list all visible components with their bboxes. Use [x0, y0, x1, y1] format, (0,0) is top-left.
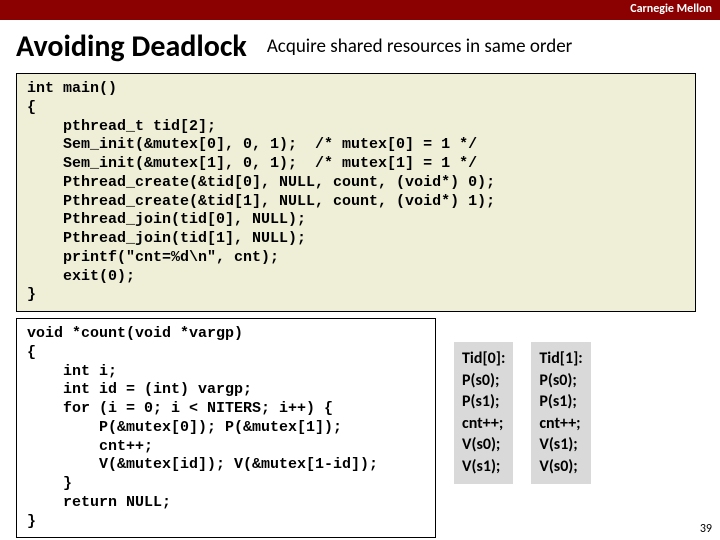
slide-subtitle: Acquire shared resources in same order: [267, 35, 572, 58]
tid0-column: Tid[0]: P(s0); P(s1); cnt++; V(s0); V(s1…: [454, 342, 513, 484]
header-bar: Carnegie Mellon: [0, 0, 720, 20]
bottom-row: void *count(void *vargp) { int i; int id…: [0, 318, 720, 538]
slide-title: Avoiding Deadlock: [16, 28, 247, 65]
title-row: Avoiding Deadlock Acquire shared resourc…: [0, 20, 720, 71]
university-label: Carnegie Mellon: [630, 2, 712, 16]
page-number: 39: [700, 522, 712, 536]
tid1-column: Tid[1]: P(s0); P(s1); cnt++; V(s1); V(s0…: [531, 342, 590, 484]
code-main-box: int main() { pthread_t tid[2]; Sem_init(…: [16, 73, 696, 312]
code-count-box: void *count(void *vargp) { int i; int id…: [16, 318, 436, 538]
